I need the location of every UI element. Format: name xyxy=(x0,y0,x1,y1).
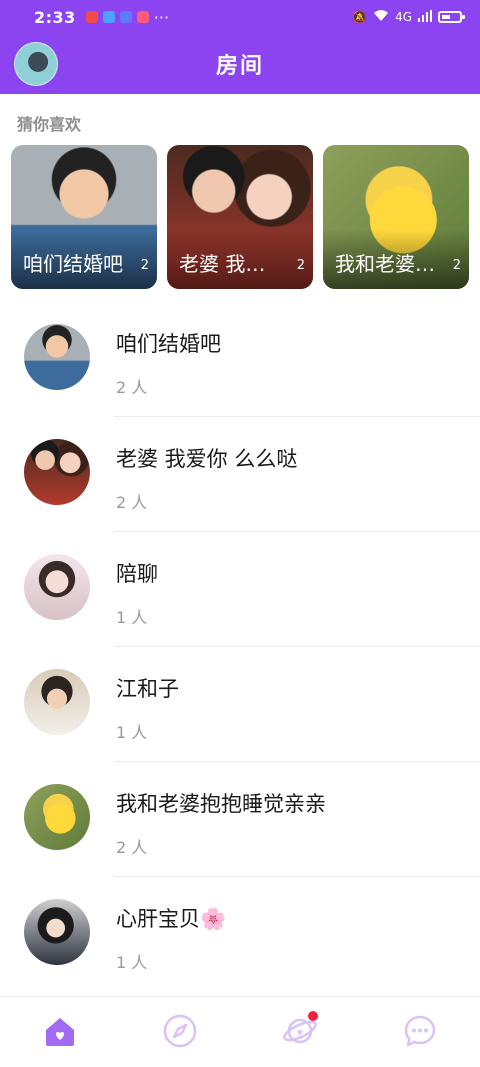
status-time: 2:33 xyxy=(34,7,76,27)
room-avatar xyxy=(24,439,90,505)
card-room-name: 咱们结婚吧 xyxy=(23,252,123,276)
tab-home[interactable] xyxy=(40,1011,80,1051)
room-member-count: 2 人 xyxy=(116,493,148,512)
room-avatar xyxy=(24,669,90,735)
recommend-cards: 咱们结婚吧 2 老婆 我爱你 么么哒 2 我和老婆抱抱睡觉亲亲 2 xyxy=(11,145,469,289)
recommend-card[interactable]: 咱们结婚吧 2 xyxy=(11,145,157,289)
recommend-card[interactable]: 我和老婆抱抱睡觉亲亲 2 xyxy=(323,145,469,289)
page-title: 房间 xyxy=(215,54,264,79)
room-member-count: 1 人 xyxy=(116,723,148,742)
notification-badge xyxy=(308,1011,318,1021)
recommend-card[interactable]: 老婆 我爱你 么么哒 2 xyxy=(167,145,313,289)
cloud-notification-icon xyxy=(102,11,115,23)
room-name: 陪聊 xyxy=(116,562,158,586)
room-name: 咱们结婚吧 xyxy=(116,332,221,356)
card-member-count: 2 xyxy=(140,258,149,273)
room-name: 心肝宝贝🌸 xyxy=(116,907,227,931)
room-name: 老婆 我爱你 么么哒 xyxy=(116,447,298,471)
tab-discover[interactable] xyxy=(160,1011,200,1051)
room-avatar xyxy=(24,784,90,850)
room-name: 我和老婆抱抱睡觉亲亲 xyxy=(116,792,326,816)
app-notification-icon xyxy=(85,11,98,23)
room-list-item[interactable]: 江和子 1 人 xyxy=(0,647,480,762)
card-member-count: 2 xyxy=(452,258,461,273)
room-avatar xyxy=(24,899,90,965)
user-avatar[interactable] xyxy=(14,42,58,86)
room-avatar xyxy=(24,554,90,620)
room-member-count: 2 人 xyxy=(116,378,148,397)
room-avatar xyxy=(24,324,90,390)
room-list-item[interactable]: 陪聊 1 人 xyxy=(0,532,480,647)
room-list-item[interactable]: 我和老婆抱抱睡觉亲亲 2 人 xyxy=(0,762,480,877)
room-list-item[interactable]: 咱们结婚吧 2 人 xyxy=(0,302,480,417)
room-list: 咱们结婚吧 2 人 老婆 我爱你 么么哒 2 人 陪聊 1 人 江和子 1 人 … xyxy=(0,302,480,992)
bottom-tab-bar xyxy=(0,996,480,1067)
room-list-item[interactable]: 心肝宝贝🌸 1 人 xyxy=(0,877,480,992)
recommend-label: 猜你喜欢 xyxy=(17,115,82,134)
chat-bubble-icon xyxy=(404,1015,436,1047)
signal-icon xyxy=(418,9,432,25)
app-header: 房间 xyxy=(0,34,480,94)
room-member-count: 1 人 xyxy=(116,608,148,627)
status-notification-icons: ··· xyxy=(85,7,170,27)
card-member-count: 2 xyxy=(296,258,305,273)
room-name: 江和子 xyxy=(116,677,179,701)
status-right: 🔕 4G xyxy=(352,9,465,25)
room-member-count: 1 人 xyxy=(116,953,148,972)
tab-planet[interactable] xyxy=(280,1011,320,1051)
mute-icon: 🔕 xyxy=(352,10,368,24)
compass-icon xyxy=(163,1014,197,1048)
app-notification-icon xyxy=(136,11,149,23)
card-room-name: 我和老婆抱抱睡觉亲亲 xyxy=(335,252,435,276)
wifi-icon xyxy=(373,9,389,25)
battery-icon xyxy=(438,11,465,23)
home-icon xyxy=(46,1018,74,1046)
room-member-count: 2 人 xyxy=(116,838,148,857)
network-type: 4G xyxy=(395,10,412,24)
status-bar: 2:33 ··· 🔕 4G xyxy=(0,0,480,34)
app-notification-icon xyxy=(119,11,132,23)
card-room-name: 老婆 我爱你 么么哒 xyxy=(179,252,279,276)
tab-messages[interactable] xyxy=(400,1011,440,1051)
room-list-item[interactable]: 老婆 我爱你 么么哒 2 人 xyxy=(0,417,480,532)
more-notifications-icon: ··· xyxy=(153,7,170,27)
